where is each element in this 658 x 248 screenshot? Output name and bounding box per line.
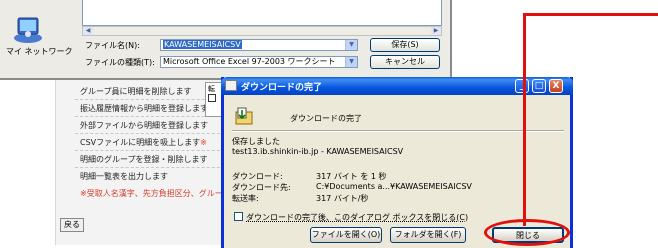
- divider: [75, 150, 230, 151]
- required-mark: ※: [200, 138, 207, 147]
- saved-label: 保存しました: [232, 137, 280, 146]
- menu-item-csv-export[interactable]: CSVファイルに明細を吸上します※: [80, 137, 207, 151]
- download-source: test13.ib.shinkin-ib.jp - KAWASEMEISAICS…: [232, 147, 404, 156]
- menu-item-delete-group[interactable]: グループ員に明細を削除します: [80, 86, 192, 100]
- panel-checkbox[interactable]: [208, 94, 216, 102]
- download-size-label: ダウンロード:: [232, 172, 283, 181]
- chevron-down-icon[interactable]: ▼: [345, 40, 357, 50]
- filetype-label: ファイルの種類(T):: [85, 58, 155, 67]
- transfer-rate-label: 転送率:: [232, 194, 259, 203]
- close-icon[interactable]: X: [549, 79, 563, 93]
- download-complete-icon: [235, 107, 253, 125]
- dialog-header-text: ダウンロードの完了: [290, 114, 362, 123]
- chevron-down-icon[interactable]: ▼: [345, 57, 357, 67]
- filename-label: ファイル名(N):: [85, 41, 140, 50]
- scroll-right-icon[interactable]: ▶: [431, 27, 441, 35]
- filename-value: KAWASEMEISAICSV: [163, 40, 242, 49]
- cancel-button[interactable]: キャンセル: [370, 55, 440, 69]
- panel-label: 転: [208, 85, 215, 93]
- download-dest-value: C:¥Documents a...¥KAWASEMEISAICSV: [316, 182, 472, 191]
- menu-item-register-from-file[interactable]: 外部ファイルから明細を登録します: [80, 120, 208, 134]
- save-as-dialog: ◀ ▶ マイ ネットワーク ファイル名(N): KAWASEMEISAICSV …: [0, 0, 452, 80]
- network-places-label: マイ ネットワーク: [6, 47, 73, 56]
- scroll-left-icon[interactable]: ◀: [83, 27, 93, 35]
- open-folder-button[interactable]: フォルダを開く(F): [390, 227, 466, 243]
- close-on-complete-checkbox[interactable]: [234, 212, 243, 221]
- annotation-line: [523, 13, 526, 226]
- dialog-titlebar[interactable]: ダウンロードの完了 _ □ X: [221, 77, 573, 95]
- file-list[interactable]: [82, 0, 442, 26]
- divider: [232, 130, 564, 132]
- transfer-rate-value: 317 バイト/秒: [316, 194, 369, 203]
- filename-combobox[interactable]: KAWASEMEISAICSV ▼: [160, 39, 358, 51]
- minimize-icon[interactable]: _: [515, 79, 529, 93]
- filetype-select[interactable]: Microsoft Office Excel 97-2003 ワークシート ▼: [160, 56, 358, 68]
- horizontal-scrollbar[interactable]: ◀ ▶: [82, 26, 442, 36]
- annotation-line: [523, 13, 658, 16]
- menu-item-group-register[interactable]: 明細のグループを登録・削除します: [80, 154, 208, 168]
- back-button[interactable]: 戻る: [60, 218, 84, 232]
- save-button[interactable]: 保存(S): [370, 38, 440, 52]
- open-file-button[interactable]: ファイルを開く(O): [310, 227, 382, 243]
- network-places-icon[interactable]: [8, 8, 48, 48]
- annotation-highlight-circle: [484, 219, 570, 246]
- checkbox-label[interactable]: ダウンロードの完了後、このダイアログ ボックスを閉じる(C): [246, 212, 468, 223]
- window-icon: [225, 80, 237, 91]
- menu-item-output-list[interactable]: 明細一覧表を出力します: [80, 171, 168, 185]
- divider: [75, 133, 230, 134]
- footnote: ※受取人名漢字、先方負担区分、グループ: [80, 189, 231, 198]
- filetype-value: Microsoft Office Excel 97-2003 ワークシート: [163, 57, 336, 66]
- dialog-title: ダウンロードの完了: [241, 83, 323, 93]
- menu-item-register-from-history[interactable]: 振込履歴情報から明細を登録します: [80, 103, 208, 117]
- divider: [75, 167, 230, 168]
- download-dest-label: ダウンロード先:: [232, 183, 291, 192]
- maximize-icon[interactable]: □: [532, 79, 546, 93]
- download-size-value: 317 バイト を 1 秒: [316, 172, 387, 181]
